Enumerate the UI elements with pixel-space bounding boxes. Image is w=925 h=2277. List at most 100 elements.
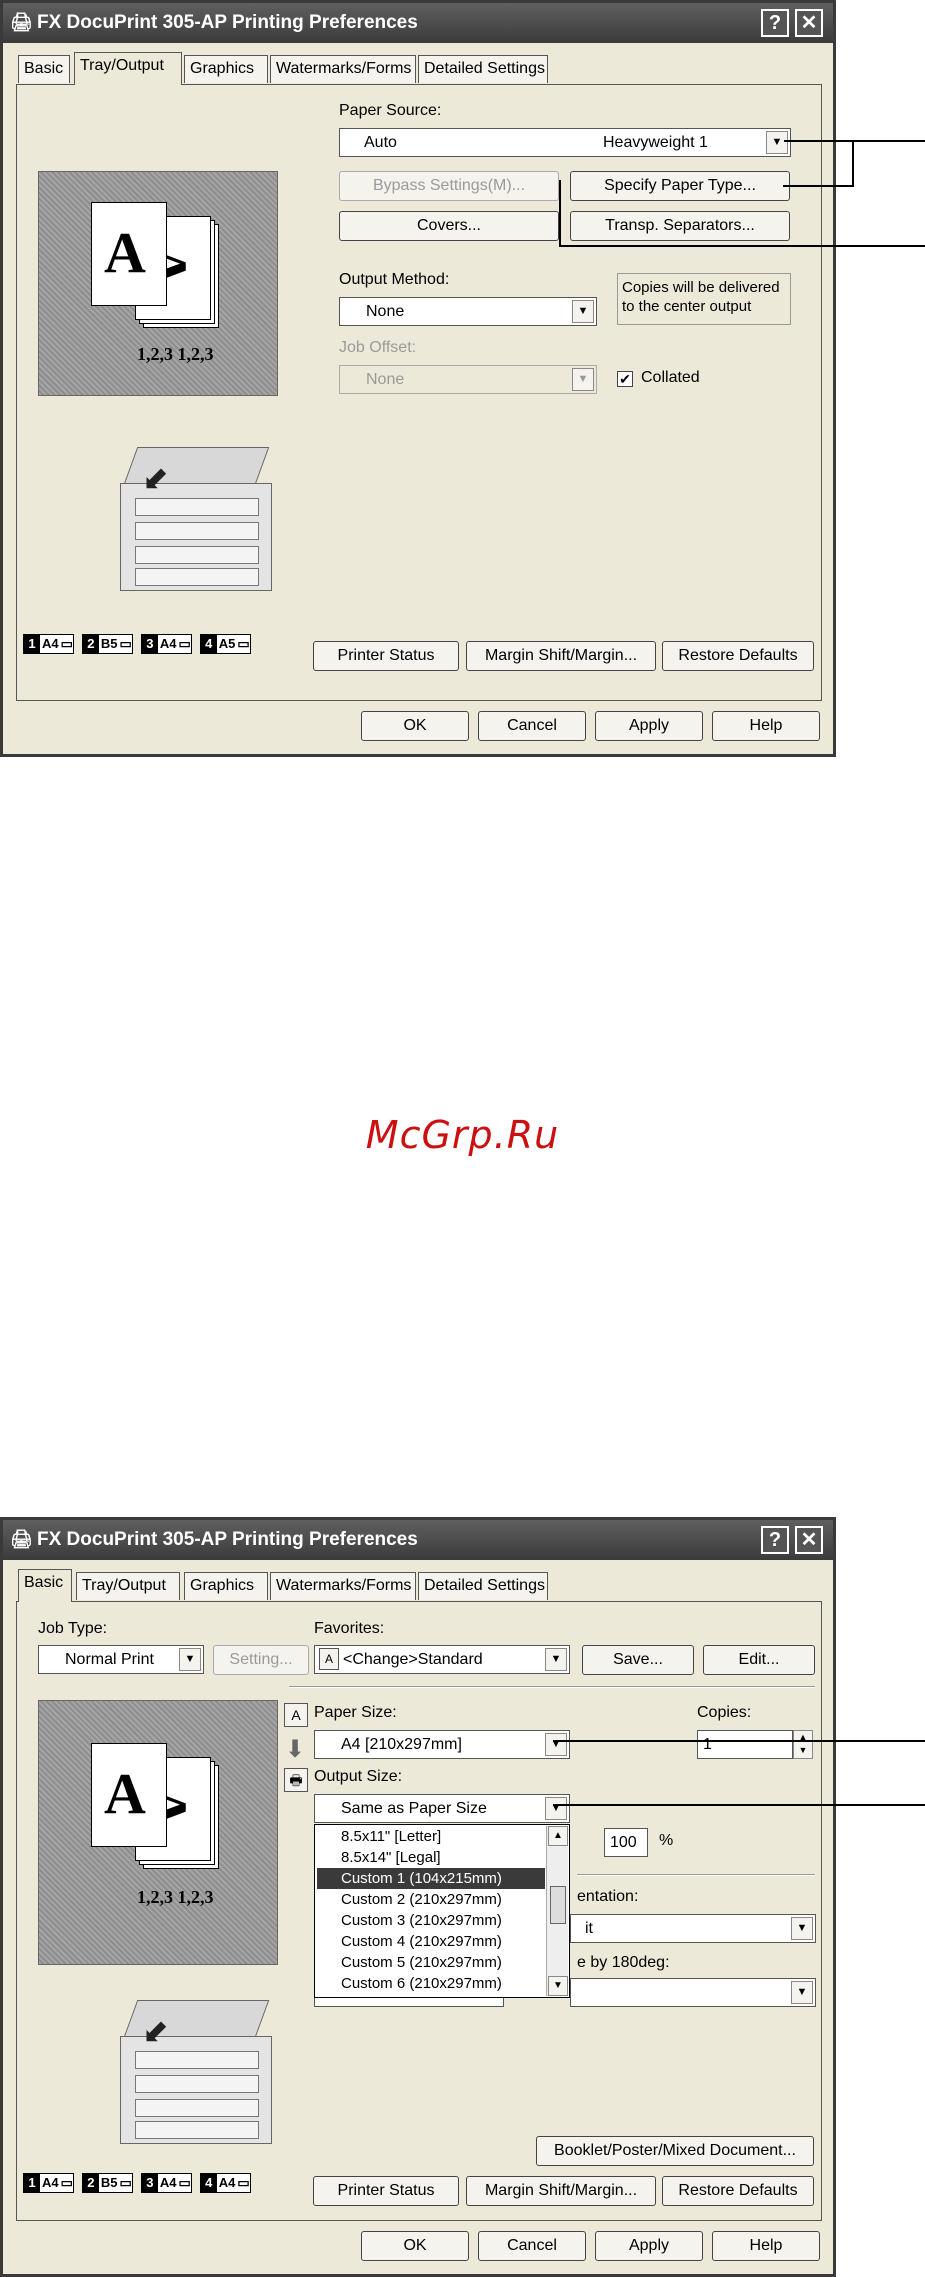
window-title: FX DocuPrint 305-AP Printing Preferences [37,1529,418,1550]
output-method-label: Output Method: [339,271,450,288]
edit-button[interactable]: Edit... [703,1645,815,1675]
list-item[interactable]: Custom 4 (210x297mm) [317,1931,545,1952]
printer-status-button[interactable]: Printer Status [313,641,459,671]
printer-illustration: ⬋ [112,2000,282,2150]
divider [577,1874,815,1876]
callout-line-1-vert [852,140,854,186]
favorites-select[interactable]: A <Change>Standard ▼ [314,1645,570,1674]
tray-1: 1 A4 ▭ [23,634,74,654]
tray-4: 4 A4 ▭ [199,2173,251,2193]
zoom-unit-label: % [659,1832,674,1849]
chevron-down-icon: ▼ [572,300,594,323]
paper-size-icon: A [284,1703,308,1727]
cancel-button[interactable]: Cancel [478,711,586,741]
collate-preview: A A 1,2,3 1,2,3 [38,1700,278,1965]
restore-defaults-button[interactable]: Restore Defaults [662,2176,814,2206]
job-offset-select[interactable]: None ▼ [339,365,597,394]
chevron-down-icon: ▼ [545,1797,567,1820]
save-button[interactable]: Save... [582,1645,694,1675]
job-type-select[interactable]: Normal Print ▼ [38,1645,204,1674]
close-title-button[interactable]: ✕ [795,9,823,37]
apply-button[interactable]: Apply [595,711,703,741]
output-size-select[interactable]: Same as Paper Size ▼ [314,1794,570,1823]
cancel-button[interactable]: Cancel [478,2231,586,2261]
booklet-poster-button[interactable]: Booklet/Poster/Mixed Document... [536,2136,814,2166]
help-button[interactable]: Help [712,711,820,741]
down-arrow-icon: ⬇ [285,1736,306,1763]
preferences-window-basic: 🖨 FX DocuPrint 305-AP Printing Preferenc… [0,1517,836,2277]
paper-source-label: Paper Source: [339,102,442,119]
job-offset-label: Job Offset: [339,339,417,356]
collated-checkbox[interactable]: ✔ [617,371,633,387]
list-item[interactable]: Custom 5 (210x297mm) [317,1952,545,1973]
tab-tray-output[interactable]: Tray/Output [74,52,182,85]
list-item[interactable]: Custom 2 (210x297mm) [317,1889,545,1910]
document-a-icon: A [319,1648,339,1670]
tray-2: 2 B5 ▭ [81,2173,133,2193]
ok-button[interactable]: OK [361,2231,469,2261]
copies-input[interactable]: 1 [697,1730,793,1759]
tab-tray-output[interactable]: Tray/Output [76,1572,180,1600]
scroll-thumb[interactable] [550,1886,566,1924]
tab-watermarks-forms[interactable]: Watermarks/Forms [270,1572,416,1600]
output-method-select[interactable]: None ▼ [339,297,597,326]
tab-graphics[interactable]: Graphics [184,55,268,83]
copies-spinner[interactable]: ▲ ▼ [793,1730,813,1759]
margin-shift-button[interactable]: Margin Shift/Margin... [466,641,656,671]
paper-output-arrow-icon: ⬋ [142,460,169,496]
tray-3: 3 A4 ▭ [140,2173,192,2193]
collated-label: Collated [641,369,700,386]
callout-line-1-horiz [783,185,854,187]
printer-status-button[interactable]: Printer Status [313,2176,459,2206]
help-title-button[interactable]: ? [761,1526,789,1554]
tab-detailed-settings[interactable]: Detailed Settings [418,1572,548,1600]
dropdown-scrollbar[interactable]: ▲ ▼ [546,1826,568,1996]
bypass-settings-button[interactable]: Bypass Settings(M)... [339,171,559,201]
tab-detailed-settings[interactable]: Detailed Settings [418,55,548,83]
rotate-select[interactable]: ▼ [570,1978,816,2007]
tray-1: 1 A4 ▭ [23,2173,74,2193]
collate-caption: 1,2,3 1,2,3 [137,1887,214,1907]
paper-size-select[interactable]: A4 [210x297mm] ▼ [314,1730,570,1759]
job-type-label: Job Type: [38,1620,108,1637]
list-item-selected[interactable]: Custom 1 (104x215mm) [317,1868,545,1889]
orientation-label: entation: [577,1888,639,1905]
margin-shift-button[interactable]: Margin Shift/Margin... [466,2176,656,2206]
tab-basic[interactable]: Basic [18,55,70,83]
tab-basic[interactable]: Basic [18,1569,72,1602]
favorites-label: Favorites: [314,1620,385,1637]
restore-defaults-button[interactable]: Restore Defaults [662,641,814,671]
ok-button[interactable]: OK [361,711,469,741]
specify-paper-type-button[interactable]: Specify Paper Type... [570,171,790,201]
scroll-up-icon[interactable]: ▲ [548,1826,568,1846]
covers-button[interactable]: Covers... [339,211,559,241]
paper-size-label: Paper Size: [314,1704,397,1721]
collate-caption: 1,2,3 1,2,3 [137,344,214,364]
paper-source-select[interactable]: Auto Heavyweight 1 ▼ [339,128,791,157]
list-item[interactable]: Custom 6 (210x297mm) [317,1973,545,1994]
chevron-down-icon: ▼ [766,131,788,154]
printer-app-icon: 🖨 [10,1529,33,1549]
list-item[interactable]: 8.5x14" [Legal] [317,1847,545,1868]
output-size-label: Output Size: [314,1768,403,1785]
output-size-dropdown-list[interactable]: 8.5x11" [Letter] 8.5x14" [Legal] Custom … [314,1824,570,1998]
output-size-icon: 🖶 [284,1768,308,1792]
list-item[interactable]: Custom 3 (210x297mm) [317,1910,545,1931]
chevron-down-icon: ▼ [545,1733,567,1756]
scroll-down-icon[interactable]: ▼ [548,1976,568,1996]
preview-sheet-front: A [91,1743,167,1847]
zoom-input[interactable]: 100 [604,1828,648,1857]
tab-graphics[interactable]: Graphics [184,1572,268,1600]
help-button[interactable]: Help [712,2231,820,2261]
chevron-down-icon: ▼ [572,368,594,391]
list-item[interactable]: 8.5x11" [Letter] [317,1826,545,1847]
tray-indicator: 1 A4 ▭ 2 B5 ▭ 3 A4 ▭ 4 A4 ▭ [23,2172,259,2194]
tab-panel: Job Type: Normal Print ▼ Setting... Favo… [16,1601,822,2221]
tab-watermarks-forms[interactable]: Watermarks/Forms [270,55,416,83]
help-title-button[interactable]: ? [761,9,789,37]
transp-separators-button[interactable]: Transp. Separators... [570,211,790,241]
setting-button[interactable]: Setting... [213,1645,309,1675]
orientation-select[interactable]: it ▼ [570,1914,816,1943]
apply-button[interactable]: Apply [595,2231,703,2261]
close-title-button[interactable]: ✕ [795,1526,823,1554]
